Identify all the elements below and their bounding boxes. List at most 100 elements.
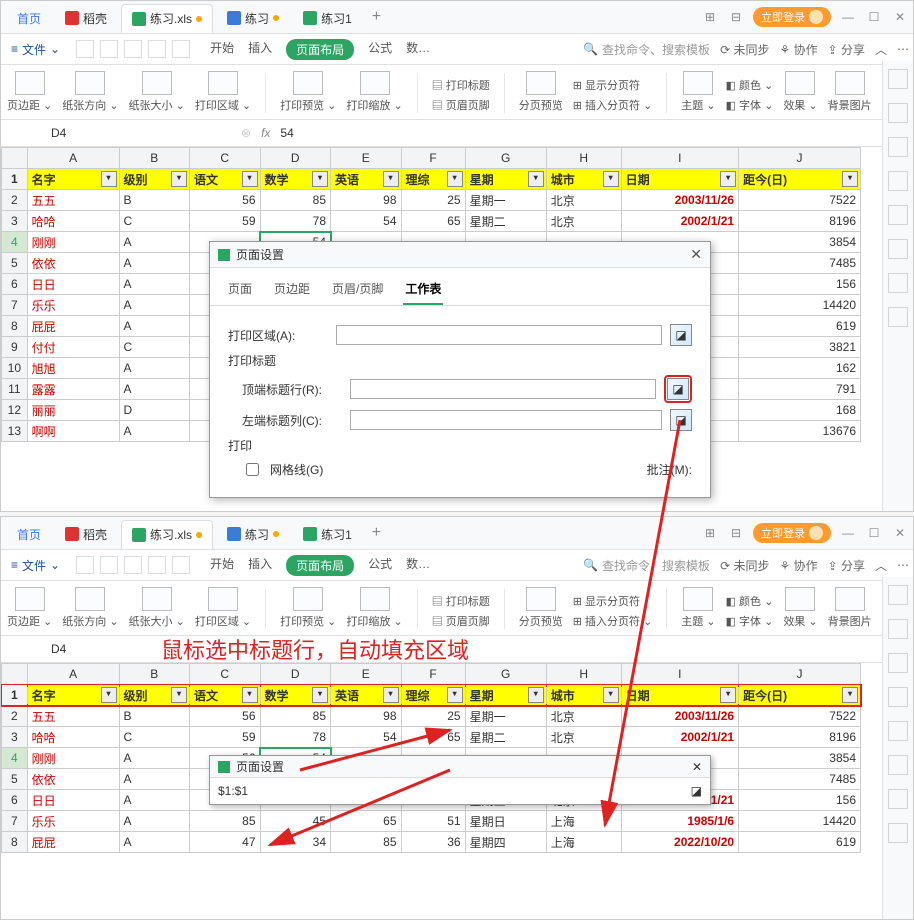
- title-tab-home[interactable]: 首页: [7, 520, 51, 548]
- ribbon-show_break[interactable]: ⊞ 显示分页符: [573, 77, 653, 93]
- cell[interactable]: 78: [260, 727, 331, 748]
- ribbon-margin[interactable]: 页边距 ⌄: [7, 71, 52, 113]
- side-icon[interactable]: [888, 687, 908, 707]
- print-area-input[interactable]: [336, 325, 662, 345]
- row-header[interactable]: 5: [2, 769, 28, 790]
- menu-tab[interactable]: 开始: [210, 555, 234, 576]
- preview-icon[interactable]: [124, 556, 142, 574]
- select-title-row-button[interactable]: ◪: [667, 378, 689, 400]
- cell[interactable]: 7522: [739, 190, 861, 211]
- row-header[interactable]: 5: [2, 253, 28, 274]
- new-tab-button[interactable]: +: [364, 524, 389, 542]
- ribbon-color[interactable]: ◧ 颜色 ⌄: [726, 593, 774, 609]
- cell[interactable]: 168: [739, 400, 861, 421]
- cell[interactable]: 屁屁: [27, 832, 119, 853]
- cell[interactable]: 屁屁: [27, 316, 119, 337]
- ribbon-area[interactable]: 打印区域 ⌄: [195, 587, 251, 629]
- cell[interactable]: 14420: [739, 295, 861, 316]
- side-icon[interactable]: [888, 585, 908, 605]
- cell[interactable]: 日日: [27, 790, 119, 811]
- row-header[interactable]: 6: [2, 274, 28, 295]
- cell[interactable]: 619: [739, 832, 861, 853]
- chevron-up-icon[interactable]: ︿: [875, 41, 887, 58]
- menu-tab[interactable]: 插入: [248, 555, 272, 576]
- cell[interactable]: 星期一: [465, 706, 546, 727]
- filter-button[interactable]: ▾: [101, 687, 117, 703]
- cell[interactable]: 162: [739, 358, 861, 379]
- select-all-corner[interactable]: [2, 148, 28, 169]
- cell[interactable]: 98: [331, 706, 402, 727]
- header-cell[interactable]: 级别▾: [119, 685, 190, 706]
- cell[interactable]: 依依: [27, 769, 119, 790]
- ribbon-headfoot[interactable]: ▤ 页眉页脚: [432, 97, 490, 113]
- side-icon[interactable]: [888, 307, 908, 327]
- filter-button[interactable]: ▾: [242, 687, 258, 703]
- row-header[interactable]: 8: [2, 316, 28, 337]
- cell[interactable]: 五五: [27, 706, 119, 727]
- side-icon[interactable]: [888, 103, 908, 123]
- cell[interactable]: 刚刚: [27, 232, 119, 253]
- ribbon-effect[interactable]: 效果 ⌄: [783, 71, 817, 113]
- left-title-col-input[interactable]: [350, 410, 662, 430]
- menu-tab[interactable]: 页面布局: [286, 555, 354, 576]
- side-icon[interactable]: [888, 137, 908, 157]
- col-header[interactable]: B: [119, 148, 190, 169]
- cell[interactable]: 85: [260, 190, 331, 211]
- row-header[interactable]: 4: [2, 232, 28, 253]
- minimize-button[interactable]: —: [839, 8, 857, 26]
- filter-button[interactable]: ▾: [528, 171, 544, 187]
- cell[interactable]: 五五: [27, 190, 119, 211]
- header-cell[interactable]: 名字▾: [27, 685, 119, 706]
- ribbon-color[interactable]: ◧ 颜色 ⌄: [726, 77, 774, 93]
- command-search[interactable]: 🔍 查找命令、搜索模板: [583, 41, 710, 58]
- header-cell[interactable]: 名字▾: [27, 169, 119, 190]
- dialog-tab[interactable]: 工作表: [403, 276, 443, 305]
- cell[interactable]: 丽丽: [27, 400, 119, 421]
- ribbon-area[interactable]: 打印区域 ⌄: [195, 71, 251, 113]
- cell[interactable]: 85: [331, 832, 402, 853]
- grid3-icon[interactable]: ⊞: [701, 524, 719, 542]
- header-cell[interactable]: 理综▾: [401, 685, 465, 706]
- header-cell[interactable]: 距今(日)▾: [739, 169, 861, 190]
- new-tab-button[interactable]: +: [364, 8, 389, 26]
- cell[interactable]: 北京: [546, 706, 621, 727]
- sync-status[interactable]: ⟳ 未同步: [720, 41, 769, 58]
- cell[interactable]: 56: [190, 190, 261, 211]
- save-icon[interactable]: [76, 40, 94, 58]
- header-cell[interactable]: 日期▾: [621, 169, 739, 190]
- side-icon[interactable]: [888, 239, 908, 259]
- header-cell[interactable]: 数学▾: [260, 685, 331, 706]
- title-tab-docker[interactable]: 稻壳: [55, 520, 117, 548]
- cell[interactable]: 啊啊: [27, 421, 119, 442]
- cell[interactable]: A: [119, 832, 190, 853]
- col-header[interactable]: C: [190, 148, 261, 169]
- row-header[interactable]: 3: [2, 211, 28, 232]
- cell[interactable]: B: [119, 190, 190, 211]
- undo-icon[interactable]: [148, 40, 166, 58]
- cell[interactable]: 北京: [546, 211, 621, 232]
- cell[interactable]: 47: [190, 832, 261, 853]
- header-cell[interactable]: 数学▾: [260, 169, 331, 190]
- title-tab-active[interactable]: 练习.xls: [121, 4, 213, 33]
- cell[interactable]: 34: [260, 832, 331, 853]
- filter-button[interactable]: ▾: [603, 687, 619, 703]
- title-tab-docker[interactable]: 稻壳: [55, 4, 117, 32]
- cell[interactable]: A: [119, 790, 190, 811]
- col-header[interactable]: J: [739, 148, 861, 169]
- cell[interactable]: 北京: [546, 727, 621, 748]
- cell[interactable]: 45: [260, 811, 331, 832]
- row-header[interactable]: 10: [2, 358, 28, 379]
- row-header[interactable]: 1: [2, 685, 28, 706]
- ribbon-scale[interactable]: 打印缩放 ⌄: [346, 71, 402, 113]
- cell[interactable]: B: [119, 706, 190, 727]
- cell[interactable]: 依依: [27, 253, 119, 274]
- side-icon[interactable]: [888, 273, 908, 293]
- row-header[interactable]: 4: [2, 748, 28, 769]
- cell[interactable]: 哈哈: [27, 727, 119, 748]
- gridlines-checkbox[interactable]: [246, 463, 259, 476]
- col-header[interactable]: C: [190, 664, 261, 685]
- cell[interactable]: 8196: [739, 211, 861, 232]
- share-button[interactable]: ⇪ 分享: [828, 41, 865, 58]
- side-icon[interactable]: [888, 205, 908, 225]
- col-header[interactable]: F: [401, 664, 465, 685]
